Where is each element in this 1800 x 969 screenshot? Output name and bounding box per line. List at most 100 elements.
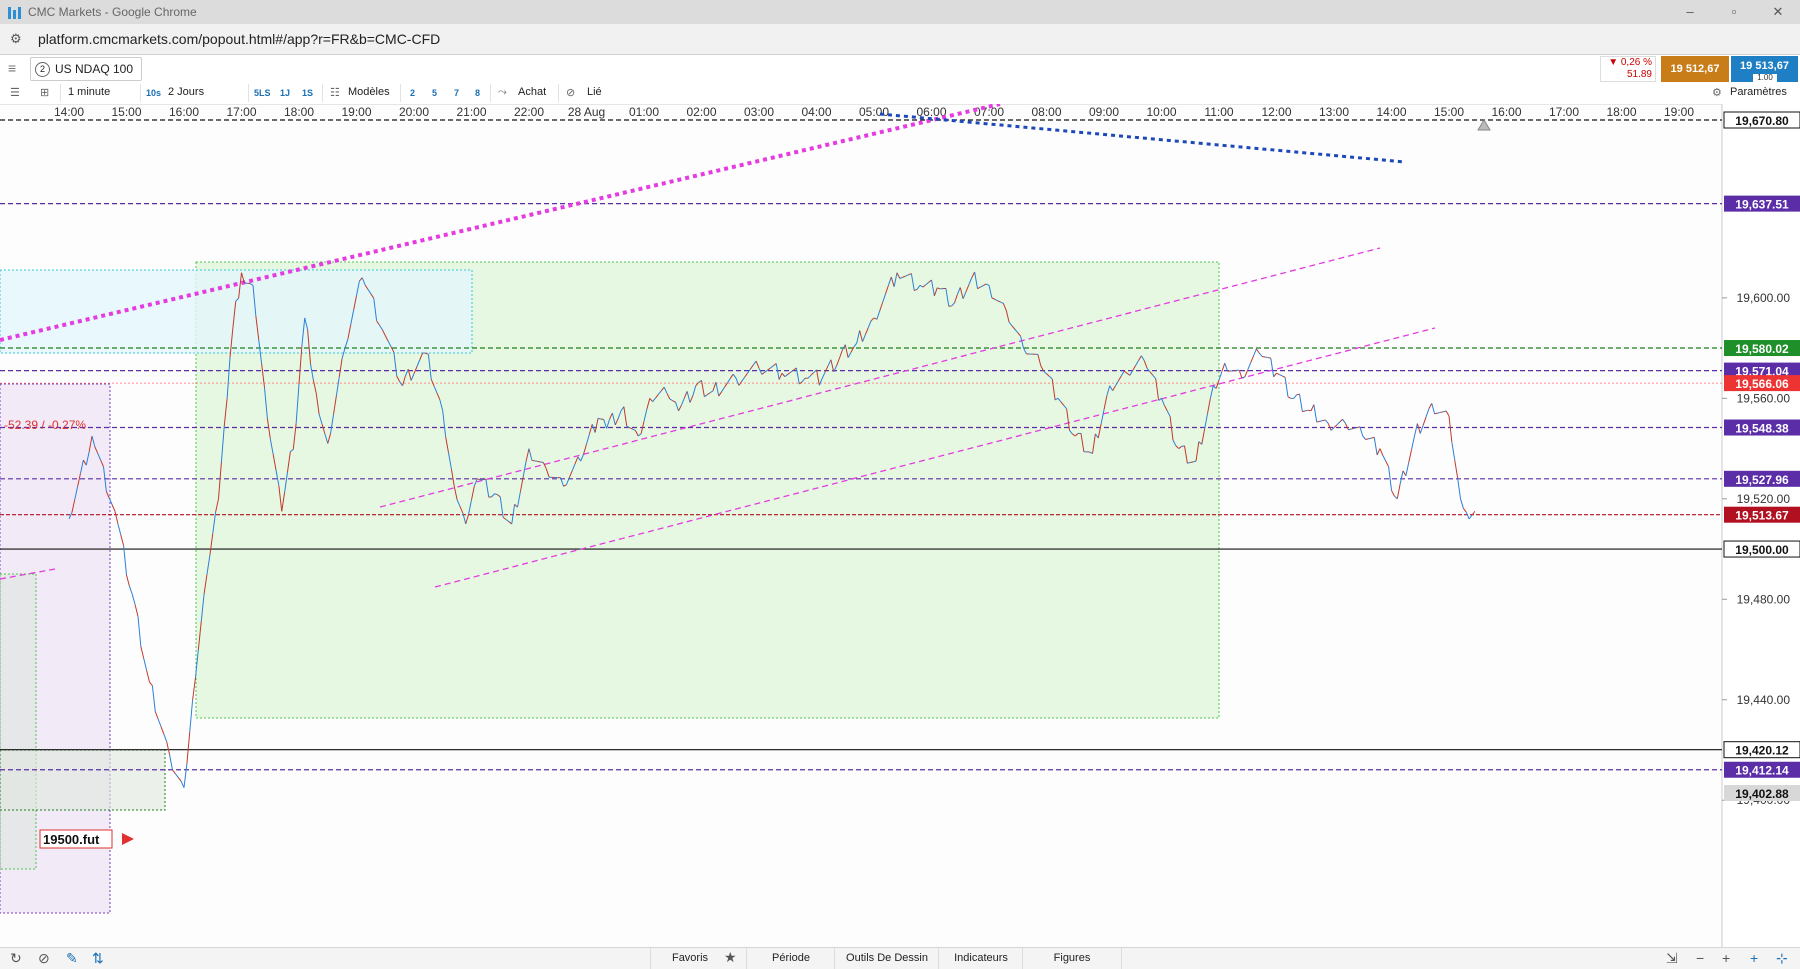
- fit-icon[interactable]: ⇲: [1666, 950, 1678, 967]
- buy-button[interactable]: Achat: [518, 86, 546, 98]
- price-segment: [167, 742, 170, 755]
- period-select[interactable]: 2 Jours: [168, 86, 204, 98]
- price-segment: [129, 586, 132, 594]
- interval-select[interactable]: 1 minute: [68, 86, 110, 98]
- period-1s[interactable]: 1S: [302, 88, 313, 98]
- instrument-name: US NDAQ 100: [55, 62, 133, 76]
- price-segment: [1282, 376, 1285, 377]
- site-info-icon[interactable]: ⚙: [10, 31, 26, 47]
- price-segment: [150, 682, 153, 685]
- price-segment: [1415, 424, 1418, 436]
- buy-price-button[interactable]: 19 513,67 1.00: [1731, 56, 1798, 82]
- price-segment: [1363, 436, 1366, 439]
- address-bar: ⚙ platform.cmcmarkets.com/popout.html#/a…: [0, 24, 1800, 55]
- y-tick-label: 19,520.00: [1737, 492, 1791, 506]
- x-tick-label: 15:00: [111, 105, 141, 119]
- y-tick-label: 19,560.00: [1737, 391, 1791, 405]
- zoom-in-icon[interactable]: +: [1722, 950, 1730, 966]
- price-segment: [1469, 515, 1472, 519]
- price-segment: [152, 686, 155, 712]
- price-segment: [1435, 413, 1438, 414]
- price-segment: [1423, 417, 1426, 425]
- tab-drawing-tools[interactable]: Outils De Dessin: [834, 948, 939, 969]
- minimize-button[interactable]: –: [1668, 0, 1712, 24]
- close-button[interactable]: ✕: [1756, 0, 1800, 24]
- restore-button[interactable]: ▫: [1712, 0, 1756, 24]
- chart-svg[interactable]: 14:0015:0016:0017:0018:0019:0020:0021:00…: [0, 104, 1800, 947]
- crosshair-lock-icon[interactable]: ⊹: [1776, 950, 1788, 967]
- price-tag-label: 19,420.12: [1735, 744, 1789, 758]
- price-segment: [1193, 461, 1196, 462]
- list-icon[interactable]: ☰: [10, 86, 20, 99]
- price-segment: [1403, 471, 1406, 476]
- price-tag-label: 19,637.51: [1735, 198, 1789, 212]
- x-tick-label: 28 Aug: [568, 105, 605, 119]
- price-segment: [1351, 428, 1354, 429]
- menu-icon[interactable]: ≡: [8, 61, 22, 75]
- price-segment: [1409, 449, 1412, 462]
- tab-indicators[interactable]: Indicateurs: [938, 948, 1023, 969]
- price-segment: [1305, 410, 1308, 411]
- price-segment: [1254, 349, 1257, 356]
- tab-favoris[interactable]: Favoris: [650, 948, 729, 969]
- swap-icon[interactable]: ⇅: [92, 950, 104, 967]
- crosshair-icon[interactable]: +: [1750, 950, 1758, 966]
- x-tick-label: 19:00: [341, 105, 371, 119]
- tab-periode[interactable]: Période: [746, 948, 835, 969]
- sell-price-button[interactable]: 19 512,67: [1661, 56, 1729, 82]
- linked-button[interactable]: Lié: [587, 86, 602, 98]
- price-segment: [1343, 419, 1346, 423]
- preset-8[interactable]: 8: [475, 88, 480, 98]
- price-tag-label: 19,580.02: [1735, 342, 1789, 356]
- x-tick-label: 03:00: [744, 105, 774, 119]
- buy-price: 19 513,67: [1740, 60, 1789, 72]
- price-segment: [187, 732, 190, 764]
- preset-5[interactable]: 5: [432, 88, 437, 98]
- price-segment: [144, 658, 147, 670]
- url-text[interactable]: platform.cmcmarkets.com/popout.html#/app…: [38, 31, 440, 47]
- price-segment: [1412, 436, 1415, 449]
- price-segment: [598, 418, 601, 419]
- price-segment: [1455, 460, 1458, 478]
- price-segment: [173, 770, 176, 774]
- y-tick-label: 19,600.00: [1737, 291, 1791, 305]
- price-chart[interactable]: 14:0015:0016:0017:0018:0019:0020:0021:00…: [0, 104, 1800, 947]
- disable-icon[interactable]: ⊘: [38, 950, 50, 967]
- settings-button[interactable]: Paramètres: [1730, 86, 1787, 98]
- price-segment: [147, 670, 150, 682]
- price-segment: [1346, 423, 1349, 429]
- instrument-number: 2: [35, 62, 50, 77]
- price-tag-label: 19,527.96: [1735, 473, 1789, 487]
- link-icon: ⊘: [566, 86, 575, 99]
- buy-icon: ⤳: [498, 86, 507, 99]
- price-segment: [1190, 462, 1193, 463]
- preset-7[interactable]: 7: [454, 88, 459, 98]
- preset-2[interactable]: 2: [410, 88, 415, 98]
- period-5ls[interactable]: 5LS: [254, 88, 271, 98]
- trend-line-blue[interactable]: [880, 114, 1405, 162]
- pencil-icon[interactable]: ✎: [66, 950, 78, 967]
- x-tick-label: 08:00: [1031, 105, 1061, 119]
- price-segment: [135, 605, 138, 617]
- time-marker-icon[interactable]: [1478, 120, 1490, 130]
- x-tick-label: 13:00: [1319, 105, 1349, 119]
- price-segment: [1288, 397, 1291, 398]
- price-segment: [1426, 409, 1429, 417]
- tab-figures[interactable]: Figures: [1022, 948, 1122, 969]
- range-zone-left[interactable]: [0, 574, 36, 869]
- change-pct: ▼ 0,26 %: [1601, 57, 1652, 69]
- refresh-icon[interactable]: ↻: [10, 950, 22, 967]
- instrument-selector[interactable]: 2 US NDAQ 100: [30, 57, 142, 81]
- range-zone-bottom[interactable]: [0, 750, 165, 810]
- chart-toolbar: ☰ ⊞ 1 minute 10s 2 Jours 5LS 1J 1S ☷ Mod…: [0, 83, 1800, 105]
- price-segment: [1277, 373, 1280, 374]
- star-icon[interactable]: ★: [724, 949, 737, 966]
- zoom-out-icon[interactable]: −: [1696, 950, 1704, 966]
- period-1j[interactable]: 1J: [280, 88, 290, 98]
- layout-icon[interactable]: ⊞: [40, 86, 49, 99]
- interval-short-button[interactable]: 10s: [146, 88, 161, 98]
- instrument-toolbar: ≡ 2 US NDAQ 100 ▼ 0,26 % 51.89 19 512,67…: [0, 55, 1800, 84]
- templates-button[interactable]: Modèles: [348, 86, 390, 98]
- price-segment: [118, 524, 121, 535]
- price-segment: [1366, 439, 1369, 440]
